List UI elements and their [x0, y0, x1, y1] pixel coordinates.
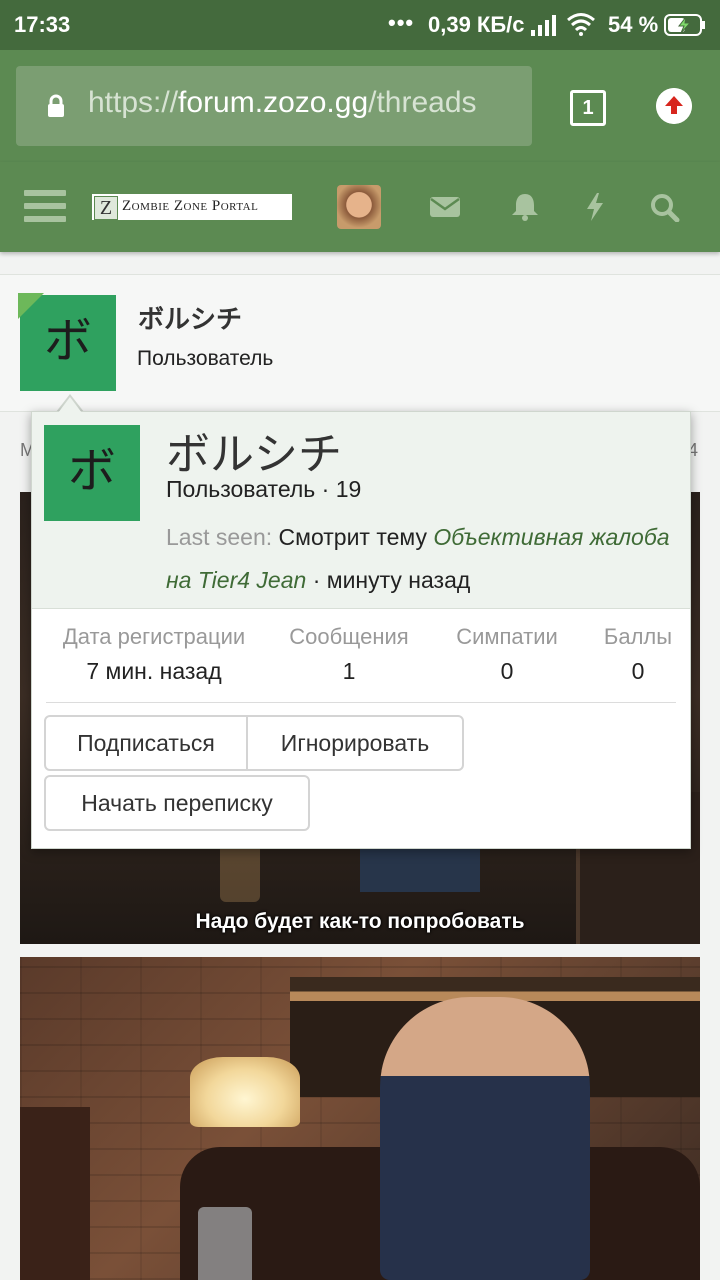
- follow-button[interactable]: Подписаться: [44, 715, 248, 771]
- lock-icon: [48, 94, 64, 117]
- member-stats: Дата регистрации 7 мин. назад Сообщения …: [32, 622, 690, 702]
- stats-divider: [46, 702, 676, 703]
- stat-label: Сообщения: [289, 624, 409, 649]
- url-scheme: https://: [88, 86, 179, 119]
- current-user-avatar[interactable]: [337, 185, 381, 229]
- post-image-2[interactable]: [20, 957, 700, 1280]
- notification-dots: •••: [388, 10, 415, 35]
- last-seen-time: · минуту назад: [312, 567, 471, 593]
- stat-value: 7 мин. назад: [86, 658, 222, 684]
- author-name[interactable]: ボルシチ: [138, 299, 242, 336]
- forum-navbar: Z Zombie Zone Portal: [0, 162, 720, 252]
- image-detail: [20, 1107, 90, 1280]
- ignore-button[interactable]: Игнорировать: [246, 715, 464, 771]
- member-name[interactable]: ボルシチ: [166, 418, 342, 482]
- search-icon[interactable]: [648, 192, 682, 222]
- member-tooltip-header: ボ ボルシチ Пользователь · 19 Last seen: Смот…: [32, 412, 690, 609]
- stat-value: 1: [342, 658, 356, 684]
- site-logo[interactable]: Z Zombie Zone Portal: [92, 194, 292, 220]
- stat-value: 0: [500, 658, 514, 684]
- browser-toolbar: https://forum.zozo.gg/threads 1: [0, 50, 720, 162]
- stat-points: Баллы 0: [592, 624, 684, 685]
- url-path: /threads: [368, 86, 477, 119]
- logo-text: Zombie Zone Portal: [122, 198, 259, 214]
- author-role: Пользователь: [137, 347, 274, 370]
- stat-likes: Симпатии 0: [444, 624, 570, 685]
- image-detail: [190, 1057, 300, 1127]
- bell-icon[interactable]: [508, 192, 542, 222]
- image-detail: [198, 1207, 252, 1280]
- member-role: Пользователь · 19: [166, 476, 362, 502]
- bolt-icon[interactable]: [578, 192, 612, 222]
- logo-letter: Z: [94, 196, 118, 220]
- image-subtitle: Надо будет как-то попробовать: [195, 910, 525, 933]
- envelope-icon[interactable]: [428, 192, 462, 222]
- start-conversation-button[interactable]: Начать переписку: [44, 775, 310, 831]
- signal-icon: [531, 15, 556, 36]
- status-time: 17:33: [14, 12, 71, 37]
- wifi-icon: [567, 13, 595, 36]
- image-detail: [380, 997, 590, 1280]
- url-text: https://forum.zozo.gg/threads: [88, 86, 528, 120]
- battery-percent: 54 %: [608, 12, 659, 37]
- popup-arrow-fill: [58, 397, 82, 413]
- member-tooltip: ボ ボルシチ Пользователь · 19 Last seen: Смот…: [31, 411, 691, 849]
- stat-messages: Сообщения 1: [280, 624, 418, 685]
- last-seen-action: Смотрит тему: [278, 524, 427, 550]
- post-author-card: ボ ボルシチ Пользователь: [0, 274, 720, 412]
- status-bar: 17:33 ••• 0,39 КБ/с 54 %: [0, 0, 720, 50]
- stat-value: 0: [631, 658, 645, 684]
- stat-label: Баллы: [603, 624, 673, 649]
- upload-arrow-icon[interactable]: [656, 88, 692, 124]
- url-field[interactable]: https://forum.zozo.gg/threads: [16, 66, 532, 146]
- stat-label: Дата регистрации: [62, 624, 246, 649]
- stat-registered: Дата регистрации 7 мин. назад: [46, 624, 262, 685]
- tab-count-button[interactable]: 1: [570, 90, 606, 126]
- menu-icon[interactable]: [24, 190, 66, 224]
- battery-charging-icon: [664, 14, 705, 36]
- online-indicator: [18, 293, 44, 319]
- url-host: forum.zozo.gg: [178, 86, 369, 119]
- member-avatar[interactable]: ボ: [44, 425, 140, 521]
- stat-label: Симпатии: [456, 624, 558, 649]
- network-speed: 0,39 КБ/с: [428, 12, 525, 37]
- last-seen: Last seen: Смотрит тему Объективная жало…: [166, 516, 676, 602]
- last-seen-label: Last seen:: [166, 524, 273, 550]
